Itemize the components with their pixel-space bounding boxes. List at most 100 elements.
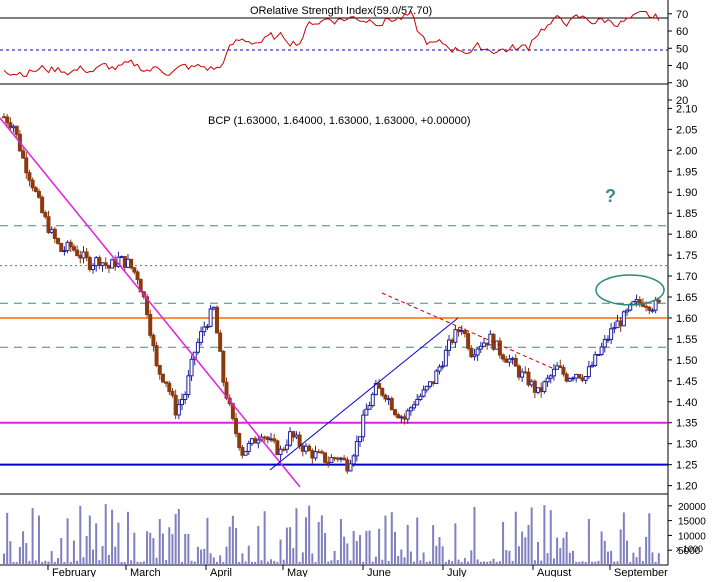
candle-down	[383, 394, 388, 400]
candle-down	[265, 436, 270, 441]
volume-bar	[206, 517, 209, 565]
volume-bar	[406, 524, 409, 565]
volume-bar	[263, 511, 266, 565]
volume-bar	[552, 558, 555, 565]
volume-bar	[626, 540, 629, 565]
volume-bar	[142, 561, 145, 565]
candle-up	[625, 309, 630, 313]
volume-bar	[228, 526, 231, 565]
volume-bar	[155, 557, 158, 565]
volume-bar	[355, 541, 358, 565]
volume-bar	[120, 562, 123, 565]
volume-bar	[161, 533, 164, 565]
volume-bar	[250, 561, 253, 565]
volume-bar	[584, 562, 587, 565]
volume-bar	[295, 508, 298, 565]
candle-down	[526, 371, 531, 386]
candle-down	[253, 438, 258, 444]
price-caption: BCP (1.63000, 1.64000, 1.63000, 1.63000,…	[208, 115, 471, 127]
volume-bar	[645, 536, 648, 565]
month-label: September	[614, 567, 668, 577]
volume-bar	[212, 557, 215, 565]
candle-down	[170, 390, 175, 396]
volume-bar	[613, 561, 616, 565]
volume-bar	[524, 537, 527, 565]
candle-up	[551, 368, 556, 377]
volume-bar	[133, 532, 136, 565]
candle-up	[615, 320, 620, 329]
volume-bar	[616, 561, 619, 565]
candle-up	[354, 441, 359, 457]
candle-up	[364, 408, 369, 416]
volume-bar	[476, 559, 479, 565]
candle-down	[135, 271, 140, 280]
candle-down	[5, 116, 10, 124]
volume-bar	[117, 522, 120, 565]
candle-down	[157, 365, 162, 375]
candle-up	[408, 407, 413, 412]
volume-bar	[397, 555, 400, 565]
candle-down	[297, 434, 302, 447]
volume-bar	[107, 554, 110, 565]
volume-bar	[495, 561, 498, 565]
volume-bar	[314, 562, 317, 565]
candle-up	[447, 339, 452, 351]
volume-bar	[374, 556, 377, 565]
candle-down	[43, 212, 48, 218]
candle-up	[545, 377, 550, 383]
candle-up	[183, 393, 188, 401]
volume-bar	[66, 518, 69, 565]
volume-bar	[527, 524, 530, 565]
price-tick-label: 1.90	[676, 187, 697, 199]
volume-bar	[638, 547, 641, 565]
candle-down	[431, 381, 436, 385]
candle-down	[402, 416, 407, 420]
candle-up	[567, 377, 572, 382]
volume-bar	[498, 561, 501, 565]
candle-down	[21, 150, 26, 159]
candle-down	[129, 258, 134, 269]
candle-down	[485, 342, 490, 346]
candle-down	[240, 447, 245, 456]
volume-bar	[511, 560, 514, 565]
volume-bar	[158, 519, 161, 565]
volume-bar	[530, 507, 533, 565]
candle-down	[24, 157, 29, 174]
volume-bar	[50, 551, 53, 565]
volume-bar	[632, 552, 635, 565]
volume-bar	[597, 560, 600, 565]
candle-down	[40, 196, 45, 214]
volume-bar	[196, 546, 199, 565]
volume-bar	[352, 530, 355, 565]
volume-bar	[359, 535, 362, 565]
volume-bar	[521, 531, 524, 565]
volume-bar	[44, 560, 47, 565]
volume-bar	[537, 541, 540, 565]
month-label: February	[52, 567, 97, 577]
candle-down	[214, 306, 219, 334]
volume-bar	[591, 561, 594, 565]
volume-bar	[317, 522, 320, 565]
candle-up	[621, 311, 626, 327]
volume-bar	[25, 543, 28, 565]
volume-bar	[546, 553, 549, 565]
candle-up	[208, 308, 213, 327]
volume-bar	[619, 529, 622, 565]
candle-up	[631, 301, 636, 305]
candle-up	[612, 327, 617, 330]
rsi-tick-label: 70	[676, 9, 688, 21]
candle-up	[459, 329, 464, 333]
candle-up	[180, 399, 185, 406]
volume-bar	[444, 561, 447, 565]
price-tick-label: 1.60	[676, 313, 697, 325]
volume-bar	[152, 538, 155, 565]
volume-bar	[416, 517, 419, 565]
candle-up	[596, 353, 601, 356]
volume-bar	[98, 560, 101, 565]
volume-bar	[648, 513, 651, 565]
candle-down	[396, 414, 401, 419]
volume-bar	[505, 550, 508, 565]
price-tick-label: 1.65	[676, 292, 697, 304]
candle-down	[68, 241, 73, 248]
volume-bar	[441, 546, 444, 565]
